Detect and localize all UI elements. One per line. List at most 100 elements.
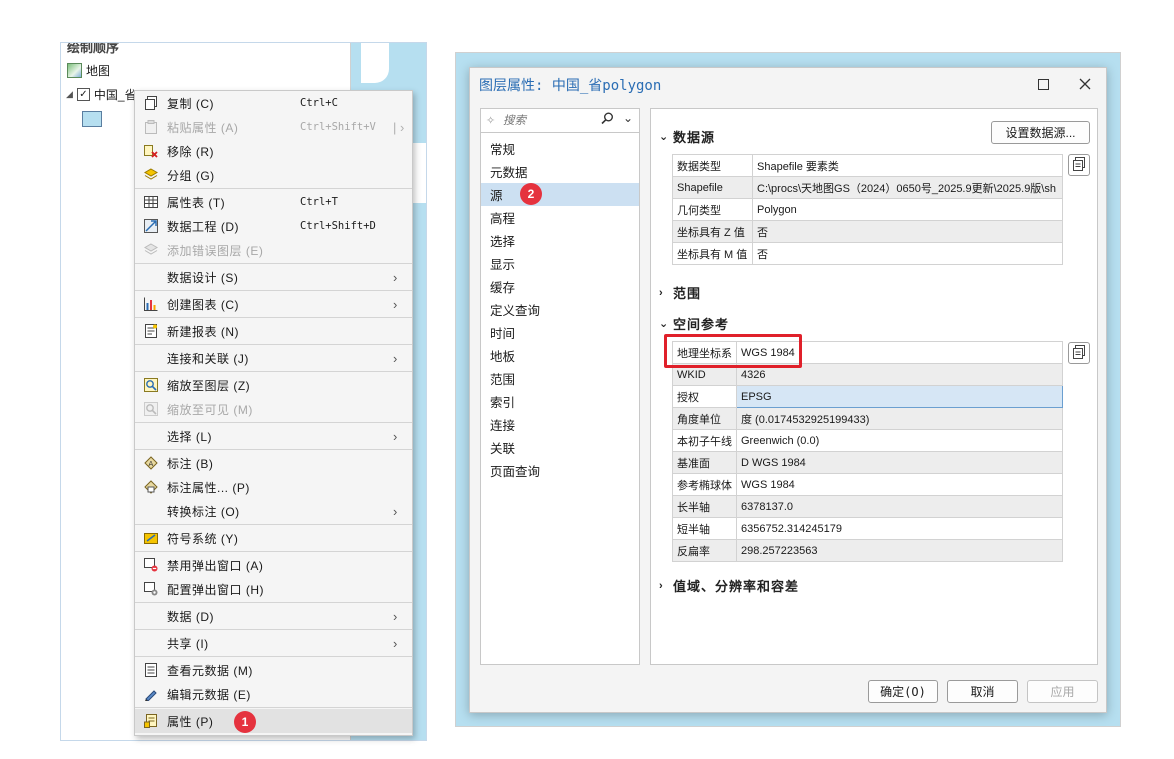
nav-item-display[interactable]: 显示 xyxy=(481,252,639,275)
cancel-button[interactable]: 取消 xyxy=(947,680,1018,703)
table-row: 坐标具有 M 值否 xyxy=(672,242,1063,265)
chevron-down-icon[interactable]: ⌄ xyxy=(623,111,633,125)
menu-item-properties[interactable]: 属性 (P) xyxy=(135,709,412,733)
view-metadata-icon xyxy=(143,662,159,678)
nav-item-indexes[interactable]: 索引 xyxy=(481,390,639,413)
menu-item-paste-properties[interactable]: 粘贴属性 (A) Ctrl+Shift+V | › xyxy=(135,115,412,139)
menu-separator xyxy=(135,290,412,291)
copy-icon xyxy=(1072,156,1086,174)
nav-item-relates[interactable]: 关联 xyxy=(481,436,639,459)
domain-resolution-tolerance-section-header[interactable]: › 值域、分辨率和容差 xyxy=(659,576,799,595)
data-engineering-icon xyxy=(143,218,159,234)
menu-separator xyxy=(135,524,412,525)
menu-item-label: 连接和关联 (J) xyxy=(167,351,249,366)
nav-item-time[interactable]: 时间 xyxy=(481,321,639,344)
menu-item-configure-popups[interactable]: 配置弹出窗口 (H) xyxy=(135,577,412,601)
search-icon[interactable] xyxy=(601,112,614,128)
menu-item-data-engineering[interactable]: 数据工程 (D) Ctrl+Shift+D xyxy=(135,214,412,238)
prop-value[interactable]: EPSG xyxy=(736,385,1063,408)
map-icon xyxy=(67,62,82,78)
properties-nav-panel: ✧ ⌄ 常规 元数据 源 高程 选择 显示 缓存 定义查询 时间 地板 范围 索… xyxy=(480,108,640,665)
nav-item-range[interactable]: 范围 xyxy=(481,367,639,390)
menu-item-convert-labels[interactable]: 转换标注 (O) › xyxy=(135,499,412,523)
menu-item-group[interactable]: 分组 (G) xyxy=(135,163,412,187)
error-layer-icon xyxy=(143,242,159,258)
menu-item-share[interactable]: 共享 (I) › xyxy=(135,631,412,655)
copy-data-source-button[interactable] xyxy=(1068,154,1090,176)
nav-item-page-query[interactable]: 页面查询 xyxy=(481,459,639,482)
menu-item-remove[interactable]: 移除 (R) xyxy=(135,139,412,163)
nav-item-source[interactable]: 源 xyxy=(481,183,639,206)
expand-triangle-icon[interactable]: ◢ xyxy=(66,89,73,100)
menu-item-label-properties[interactable]: 标注属性... (P) xyxy=(135,475,412,499)
chevron-right-icon: › xyxy=(393,269,398,285)
chevron-down-icon: ⌄ xyxy=(659,131,670,143)
prop-value: Shapefile 要素类 xyxy=(752,154,1063,177)
menu-item-attribute-table[interactable]: 属性表 (T) Ctrl+T xyxy=(135,190,412,214)
menu-item-label: 属性表 (T) xyxy=(167,195,226,210)
toc-layer-item[interactable]: ◢ ✓ 中国_省 xyxy=(66,84,137,104)
menu-item-disable-popups[interactable]: 禁用弹出窗口 (A) xyxy=(135,553,412,577)
symbology-icon xyxy=(143,530,159,546)
menu-item-label: 编辑元数据 (E) xyxy=(167,687,251,702)
nav-search-box[interactable]: ✧ ⌄ xyxy=(481,109,639,133)
chevron-right-icon: › xyxy=(393,635,398,651)
layer-context-menu: 复制 (C) Ctrl+C 粘贴属性 (A) Ctrl+Shift+V | › … xyxy=(134,90,413,736)
nav-item-cache[interactable]: 缓存 xyxy=(481,275,639,298)
nav-item-metadata[interactable]: 元数据 xyxy=(481,160,639,183)
menu-item-data-design[interactable]: 数据设计 (S) › xyxy=(135,265,412,289)
nav-item-floor[interactable]: 地板 xyxy=(481,344,639,367)
menu-item-label-features[interactable]: A 标注 (B) xyxy=(135,451,412,475)
menu-item-joins-relates[interactable]: 连接和关联 (J) › xyxy=(135,346,412,370)
copy-spatial-reference-button[interactable] xyxy=(1068,342,1090,364)
menu-separator xyxy=(135,602,412,603)
nav-item-selection[interactable]: 选择 xyxy=(481,229,639,252)
spatial-reference-section-header[interactable]: ⌄ 空间参考 xyxy=(659,314,729,333)
menu-item-view-metadata[interactable]: 查看元数据 (M) xyxy=(135,658,412,682)
nav-item-joins[interactable]: 连接 xyxy=(481,413,639,436)
menu-item-shortcut: Ctrl+T xyxy=(300,196,338,208)
menu-separator xyxy=(135,422,412,423)
table-row: 本初子午线 Greenwich (0.0) xyxy=(672,429,1063,452)
chevron-right-icon: › xyxy=(393,503,398,519)
close-button[interactable] xyxy=(1070,72,1100,96)
menu-item-copy[interactable]: 复制 (C) Ctrl+C xyxy=(135,91,412,115)
layer-visibility-checkbox[interactable]: ✓ xyxy=(76,87,90,101)
prop-value: 否 xyxy=(752,220,1063,243)
menu-item-selection[interactable]: 选择 (L) › xyxy=(135,424,412,448)
menu-separator xyxy=(135,707,412,708)
set-data-source-button[interactable]: 设置数据源... xyxy=(991,121,1090,144)
prop-value: D WGS 1984 xyxy=(736,451,1063,474)
menu-item-create-chart[interactable]: 创建图表 (C) › xyxy=(135,292,412,316)
map-land-shape xyxy=(361,43,389,83)
menu-item-zoom-to-layer[interactable]: 缩放至图层 (Z) xyxy=(135,373,412,397)
nav-item-definition-query[interactable]: 定义查询 xyxy=(481,298,639,321)
step-badge-2: 2 xyxy=(520,183,542,205)
layer-symbol-swatch[interactable] xyxy=(82,111,102,127)
menu-item-edit-metadata[interactable]: 编辑元数据 (E) xyxy=(135,682,412,706)
apply-button[interactable]: 应用 xyxy=(1027,680,1098,703)
menu-item-label: 数据工程 (D) xyxy=(167,219,239,234)
menu-item-label: 数据设计 (S) xyxy=(167,270,239,285)
prop-value: 6378137.0 xyxy=(736,495,1063,518)
data-source-section-header[interactable]: ⌄ 数据源 xyxy=(659,127,715,146)
prop-key: 数据类型 xyxy=(672,154,753,177)
nav-item-elevation[interactable]: 高程 xyxy=(481,206,639,229)
menu-item-label: 转换标注 (O) xyxy=(167,504,240,519)
menu-item-zoom-to-visible[interactable]: 缩放至可见 (M) xyxy=(135,397,412,421)
prop-key: 角度单位 xyxy=(672,407,737,430)
nav-item-general[interactable]: 常规 xyxy=(481,137,639,160)
ok-button[interactable]: 确定(O) xyxy=(868,680,938,703)
toc-map-item[interactable]: 地图 xyxy=(67,60,110,80)
extent-section-header[interactable]: › 范围 xyxy=(659,283,701,302)
menu-item-new-report[interactable]: 新建报表 (N) xyxy=(135,319,412,343)
disable-popup-icon xyxy=(143,557,159,573)
menu-item-label: 粘贴属性 (A) xyxy=(167,120,239,135)
search-input[interactable] xyxy=(501,112,596,129)
menu-item-data[interactable]: 数据 (D) › xyxy=(135,604,412,628)
menu-item-add-error-layer[interactable]: 添加错误图层 (E) xyxy=(135,238,412,262)
copy-icon xyxy=(143,95,159,111)
maximize-button[interactable] xyxy=(1028,72,1058,96)
spatial-reference-table: 地理坐标系 WGS 1984 WKID 4326 授权 EPSG 角度单位度 (0.0… xyxy=(672,341,1063,562)
menu-item-symbology[interactable]: 符号系统 (Y) xyxy=(135,526,412,550)
